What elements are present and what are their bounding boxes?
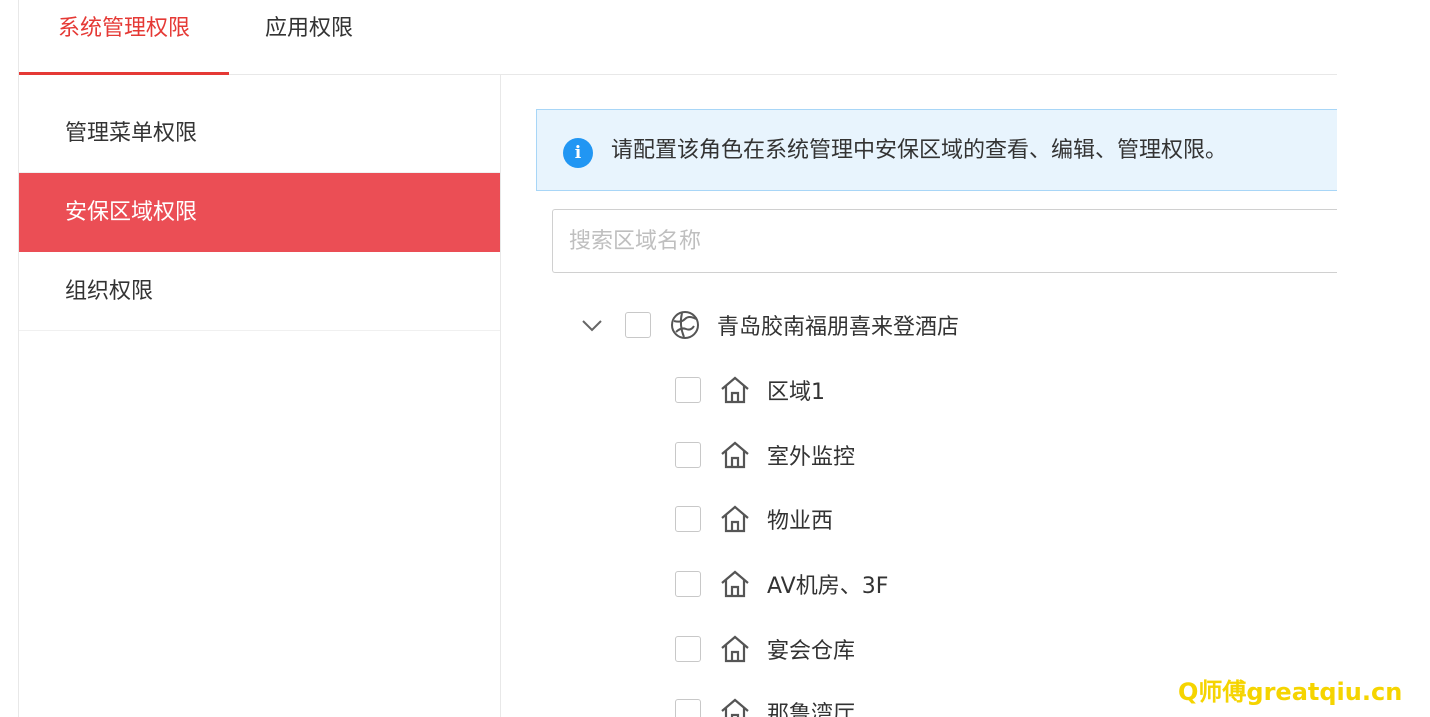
sidebar-item-security-area-permissions[interactable]: 安保区域权限	[19, 173, 500, 252]
tree-node-label[interactable]: 物业西	[767, 503, 833, 535]
chevron-down-icon[interactable]	[579, 312, 605, 338]
home-icon	[721, 698, 749, 717]
watermark-text: Q师傅greatqiu.cn	[1178, 678, 1403, 706]
permission-settings-page: 系统管理权限 应用权限 管理菜单权限 安保区域权限 组织权限 i 请配置该角色在…	[0, 0, 1430, 717]
home-icon	[721, 441, 749, 469]
tree-root-node: 青岛胶南福朋喜来登酒店	[579, 305, 959, 345]
home-icon	[721, 376, 749, 404]
tab-app-permissions[interactable]: 应用权限	[229, 0, 389, 74]
tree-node: 物业西	[675, 499, 833, 539]
tree-checkbox[interactable]	[675, 506, 701, 532]
sidebar-item-menu-permissions[interactable]: 管理菜单权限	[19, 75, 500, 173]
tree-node: 区域1	[675, 370, 825, 410]
main-panel: i 请配置该角色在系统管理中安保区域的查看、编辑、管理权限。 青岛胶南福朋喜来登…	[501, 75, 1337, 717]
permission-sidebar: 管理菜单权限 安保区域权限 组织权限	[18, 75, 501, 717]
permission-tabs: 系统管理权限 应用权限	[18, 0, 1337, 75]
tree-node: 室外监控	[675, 435, 855, 475]
tree-node-label[interactable]: 那鲁湾厅	[767, 696, 855, 717]
tree-node-label[interactable]: 宴会仓库	[767, 633, 855, 665]
tab-system-permissions[interactable]: 系统管理权限	[19, 0, 229, 75]
home-icon	[721, 570, 749, 598]
info-alert-text: 请配置该角色在系统管理中安保区域的查看、编辑、管理权限。	[611, 138, 1228, 163]
tree-node-label[interactable]: 室外监控	[767, 439, 855, 471]
tree-node-label[interactable]: 青岛胶南福朋喜来登酒店	[717, 309, 959, 341]
tree-checkbox[interactable]	[675, 699, 701, 717]
tree-node-label[interactable]: 区域1	[767, 374, 825, 406]
area-search-input[interactable]	[552, 209, 1337, 273]
globe-icon	[671, 311, 699, 339]
tree-checkbox[interactable]	[625, 312, 651, 338]
info-alert: i 请配置该角色在系统管理中安保区域的查看、编辑、管理权限。	[536, 109, 1337, 191]
tree-node: AV机房、3F	[675, 564, 888, 604]
sidebar-item-organization-permissions[interactable]: 组织权限	[19, 252, 500, 331]
home-icon	[721, 635, 749, 663]
tree-checkbox[interactable]	[675, 442, 701, 468]
info-icon: i	[563, 138, 593, 168]
tree-checkbox[interactable]	[675, 571, 701, 597]
tree-checkbox[interactable]	[675, 636, 701, 662]
home-icon	[721, 505, 749, 533]
tree-node: 那鲁湾厅	[675, 692, 855, 717]
tree-checkbox[interactable]	[675, 377, 701, 403]
tree-node-label[interactable]: AV机房、3F	[767, 568, 888, 600]
tree-node: 宴会仓库	[675, 629, 855, 669]
